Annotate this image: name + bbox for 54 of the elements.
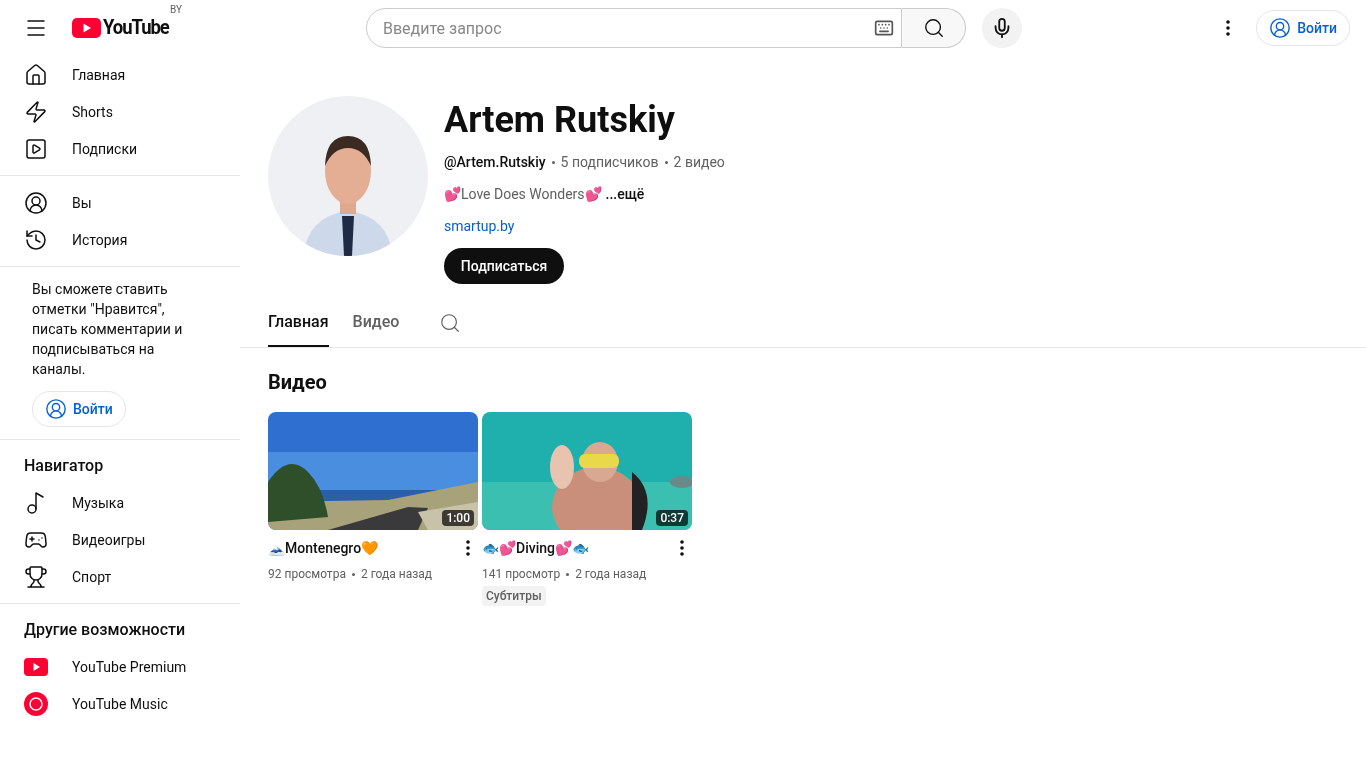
home-icon [24, 62, 48, 87]
sign-in-prompt: Вы сможете ставить отметки "Нравится", писать комментарии и подписываться на каналы. [32, 280, 184, 379]
search-icon [922, 17, 945, 39]
sidebar-item[interactable]: Спорт [12, 558, 228, 595]
sidebar-item[interactable]: Главная [12, 56, 228, 93]
search-field[interactable]: Введите запрос [366, 8, 902, 48]
more-icon[interactable] [680, 540, 684, 556]
subscribe-button[interactable]: Подписаться [444, 248, 564, 284]
section-title: Видео [268, 369, 328, 396]
trophy-icon [24, 564, 48, 589]
view-count: 141 просмотр [482, 566, 561, 582]
sidebar-item[interactable]: Видеоигры [12, 521, 228, 558]
music-logo-icon [24, 691, 48, 716]
sidebar-item[interactable]: Музыка [12, 484, 228, 521]
sidebar-item[interactable]: Вы [12, 184, 228, 221]
sidebar-item[interactable]: YouTube Music [12, 685, 228, 722]
more-icon[interactable] [466, 540, 470, 556]
history-icon [24, 227, 48, 252]
subscriptions-icon [24, 136, 48, 161]
search-icon [439, 312, 462, 334]
duration-badge: 1:00 [442, 510, 474, 526]
sidebar-item[interactable]: Подписки [12, 130, 228, 167]
sidebar-item[interactable]: YouTube Premium [12, 648, 228, 685]
upload-age: 2 года назад [575, 566, 647, 582]
video-title[interactable]: 🗻Montenegro🧡 [268, 538, 466, 558]
country-code: BY [170, 3, 182, 18]
captions-badge: Субтитры [482, 586, 546, 606]
duration-badge: 0:37 [656, 510, 688, 526]
channel-tab[interactable]: Видео [352, 299, 400, 347]
sidebar-item[interactable]: История [12, 221, 228, 258]
upload-age: 2 года назад [360, 566, 433, 582]
user-icon [45, 398, 67, 420]
more-link[interactable]: ...ещё [605, 184, 645, 204]
sidebar-item[interactable]: Shorts [12, 93, 228, 130]
channel-handle: @Artem.Rutskiy [444, 153, 546, 172]
channel-description: 💕Love Does Wonders💕 [444, 185, 602, 204]
keyboard-icon[interactable] [874, 18, 894, 38]
user-icon [1269, 17, 1292, 39]
sidebar-heading: Навигатор [23, 455, 105, 477]
more-icon [1226, 20, 1231, 36]
premium-logo-icon [24, 657, 48, 676]
view-count: 92 просмотра [268, 566, 346, 582]
play-logo-icon [72, 18, 101, 38]
microphone-button[interactable] [982, 8, 1022, 48]
channel-link[interactable]: smartup.by [444, 216, 725, 236]
video-title[interactable]: 🐟💕Diving💕🐟 [482, 538, 680, 558]
search-button[interactable] [902, 8, 966, 48]
channel-name: Artem Rutskiy [444, 98, 676, 143]
subscriber-count: 5 подписчиков [560, 153, 659, 172]
video-count: 2 видео [673, 153, 725, 172]
sidebar-heading: Другие возможности [23, 619, 187, 641]
user-icon [24, 190, 48, 215]
logo-text: YouTube [103, 14, 169, 42]
channel-tab[interactable]: Главная [268, 299, 329, 347]
